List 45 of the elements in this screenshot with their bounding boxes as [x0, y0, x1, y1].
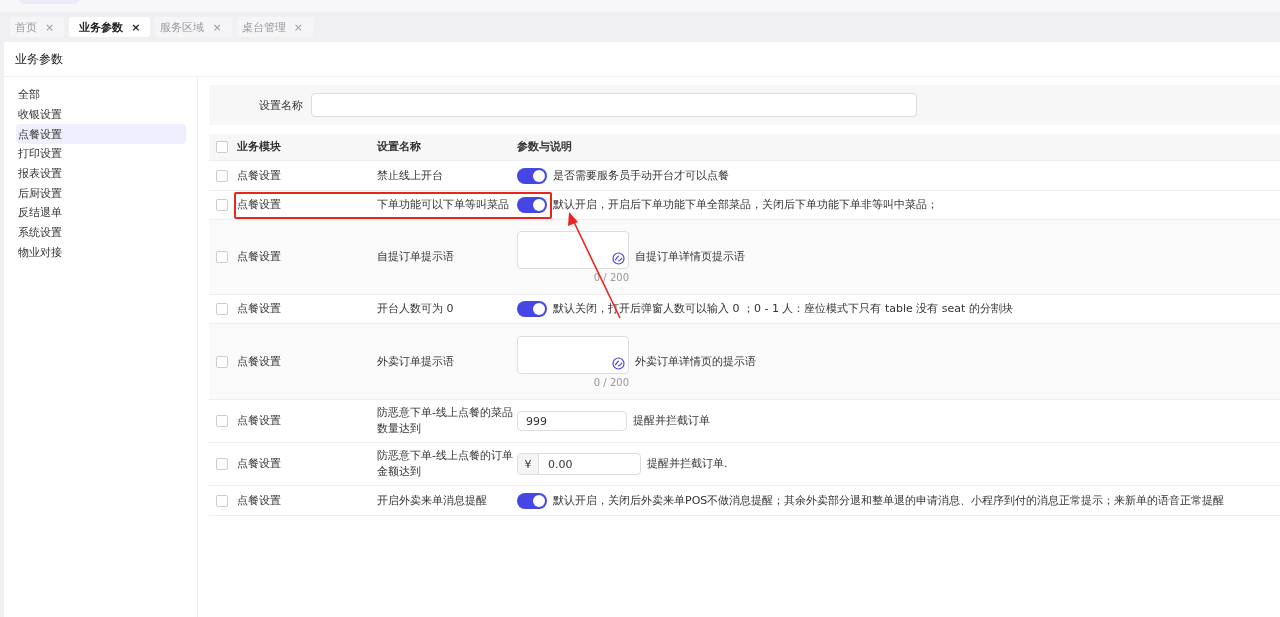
amount-value: 0.00 — [547, 457, 573, 471]
setting-description: 外卖订单详情页的提示语 — [635, 353, 757, 370]
table-cell-text: 防恶意下单-线上点餐的菜品数量达到 — [377, 405, 514, 437]
setting-description: 是否需要服务员手动开台才可以点餐 — [553, 167, 730, 184]
sidebar-item[interactable]: 系统设置 — [16, 222, 186, 243]
table-cell-text: 开启外卖来单消息提醒 — [377, 492, 488, 509]
filter-label: 设置名称 — [259, 97, 303, 113]
table-cell-text: 点餐设置 — [237, 413, 282, 429]
sidebar-item[interactable]: 打印设置 — [16, 144, 186, 164]
table-cell-text: 自提订单提示语 — [377, 249, 455, 265]
column-header: 业务模块 — [237, 139, 282, 155]
table-cell-text: 防恶意下单-线上点餐的订单金额达到 — [377, 448, 514, 480]
number-input[interactable]: 999 — [517, 411, 627, 431]
table-cell-text: 点餐设置 — [237, 249, 282, 265]
sidebar-item[interactable]: 点餐设置 — [16, 124, 186, 145]
table-cell-text: 禁止线上开台 — [377, 167, 444, 184]
setting-description: 默认开启，开启后下单功能下单全部菜品，关闭后下单功能下单非等叫中菜品； — [553, 197, 939, 213]
column-header: 参数与说明 — [517, 139, 573, 155]
sidebar-item[interactable]: 报表设置 — [16, 163, 186, 184]
table-cell-text: 点餐设置 — [237, 301, 282, 317]
table-cell-text: 点餐设置 — [237, 167, 282, 184]
table-cell-text: 点餐设置 — [237, 197, 282, 213]
setting-description: 自提订单详情页提示语 — [635, 249, 746, 265]
table-cell-text: 点餐设置 — [237, 353, 282, 370]
table-cell-text: 点餐设置 — [237, 456, 282, 472]
sidebar-item[interactable]: 反结退单 — [16, 203, 186, 223]
sidebar-item[interactable]: 物业对接 — [16, 242, 186, 263]
column-header: 设置名称 — [377, 139, 422, 155]
setting-description: 提醒并拦截订单. — [647, 456, 729, 472]
setting-description: 默认开启，关闭后外卖来单POS不做消息提醒；其余外卖部分退和整单退的申请消息、小程序到付的消息正常提示；来新单的语音正常提醒 — [553, 492, 1226, 509]
character-counter: 0 / 200 — [593, 272, 629, 283]
table-cell-text: 点餐设置 — [237, 492, 282, 509]
sidebar-item[interactable]: 收银设置 — [16, 104, 186, 125]
table-cell-text: 开台人数可为 0 — [377, 301, 455, 317]
currency-prefix: ¥ — [518, 454, 539, 474]
amount-input[interactable]: ¥ 0.00 — [517, 453, 641, 475]
tab[interactable]: 业务参数 × — [69, 17, 151, 37]
setting-description: 提醒并拦截订单 — [633, 413, 711, 429]
page-title: 业务参数 — [4, 42, 1280, 77]
table-cell-text: 下单功能可以下单等叫菜品 — [377, 197, 510, 213]
table-cell-text: 外卖订单提示语 — [377, 353, 455, 370]
close-icon[interactable]: × — [131, 20, 141, 34]
character-counter: 0 / 200 — [593, 376, 629, 388]
sidebar-item[interactable]: 全部 — [16, 85, 186, 105]
sidebar-item[interactable]: 后厨设置 — [16, 183, 186, 204]
